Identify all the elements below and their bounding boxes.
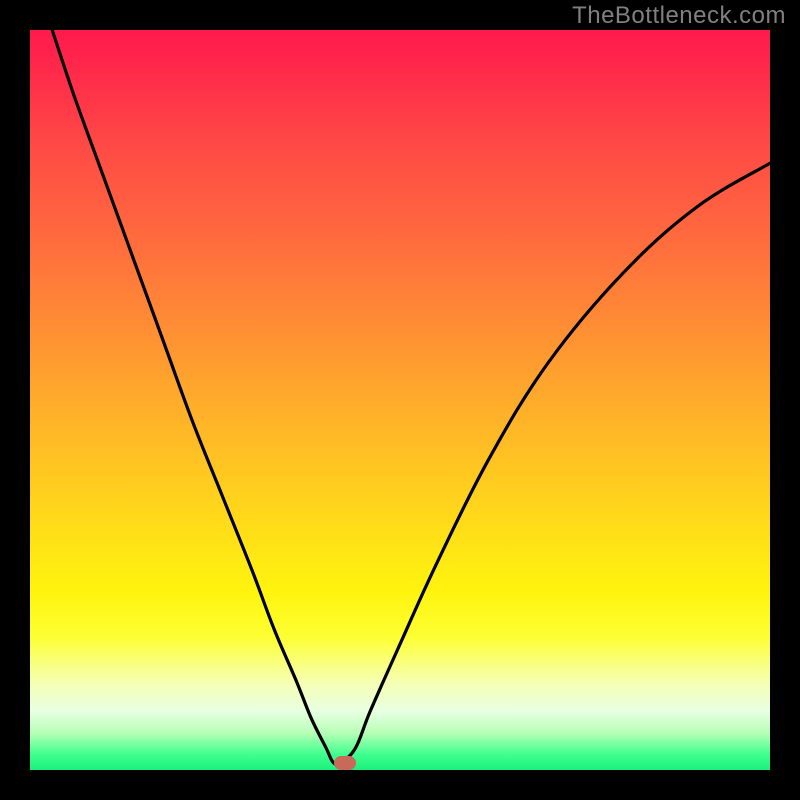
watermark-text: TheBottleneck.com — [572, 2, 786, 30]
plot-area — [30, 30, 770, 770]
curve-svg — [30, 30, 770, 770]
bottleneck-curve — [52, 30, 770, 765]
optimal-point-marker — [334, 756, 356, 770]
chart-frame: TheBottleneck.com — [0, 0, 800, 800]
